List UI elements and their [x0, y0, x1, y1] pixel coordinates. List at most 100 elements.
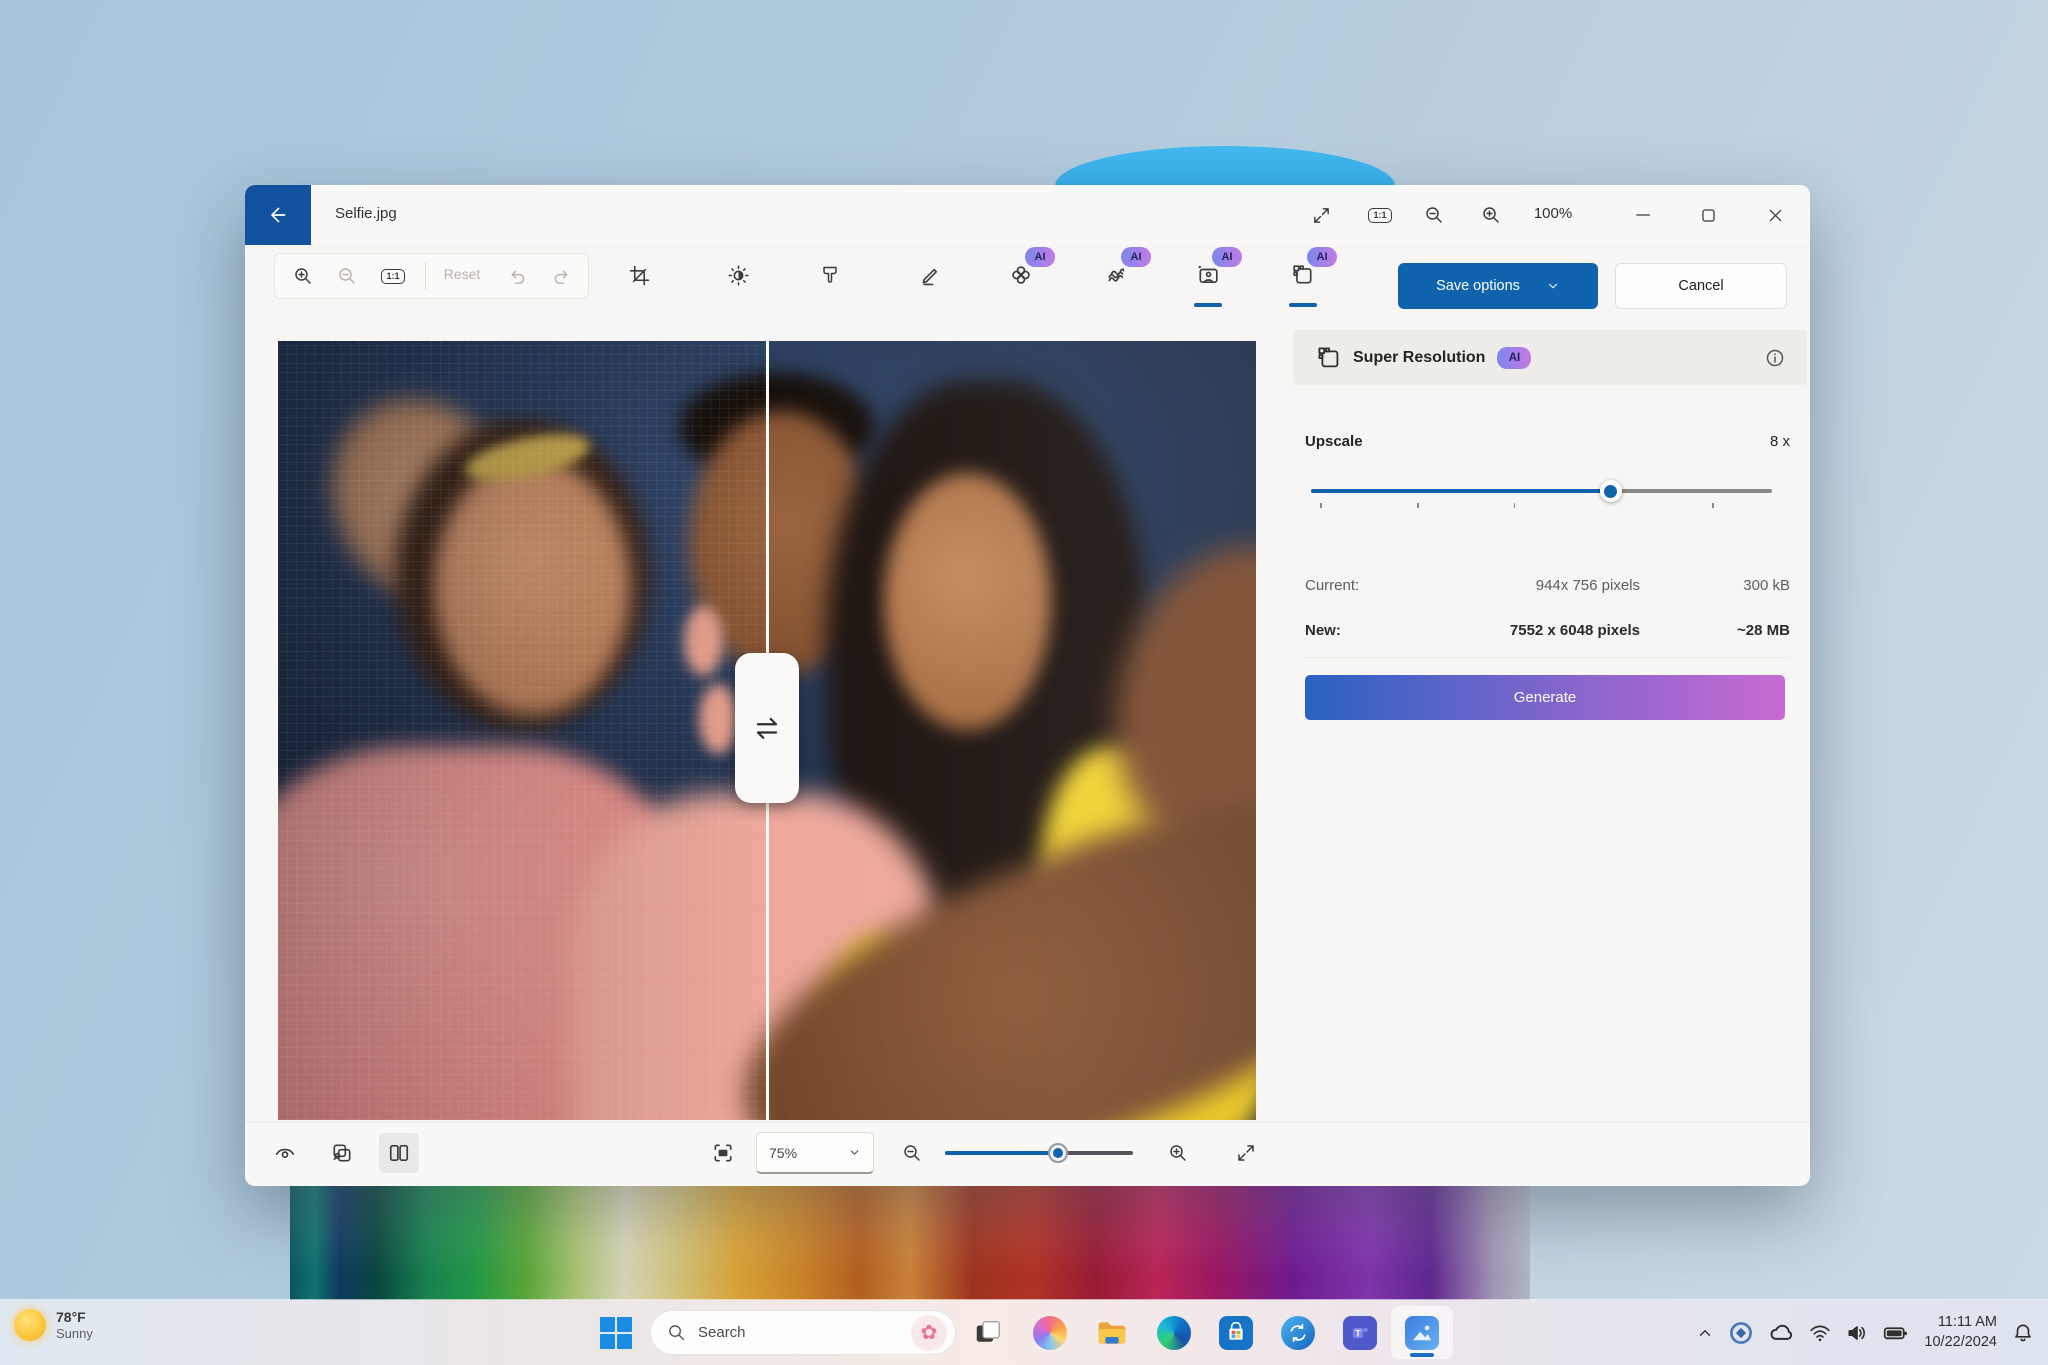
upscale-slider[interactable]	[1311, 480, 1772, 508]
close-icon	[1767, 207, 1784, 224]
canvas-zoom-slider-fill	[945, 1151, 1058, 1155]
file-explorer-button[interactable]	[1081, 1306, 1143, 1359]
eye-icon	[274, 1142, 296, 1164]
zoom-out-icon	[902, 1143, 922, 1163]
expand-canvas-button[interactable]	[1226, 1133, 1266, 1173]
zoom-in-button[interactable]	[1469, 193, 1513, 237]
crop-button[interactable]	[619, 255, 659, 295]
auto-enhance-ai-button[interactable]: AI	[1001, 247, 1055, 295]
microsoft-store-button[interactable]	[1205, 1306, 1267, 1359]
current-pixels: 944x 756 pixels	[1535, 577, 1640, 594]
zoom-percent-select[interactable]: 75%	[756, 1132, 874, 1174]
back-button[interactable]	[245, 185, 311, 245]
security-tray-icon[interactable]	[1729, 1321, 1753, 1345]
upscale-slider-thumb[interactable]	[1599, 480, 1622, 502]
canvas-zoom-in-button[interactable]	[283, 256, 323, 296]
fullscreen-icon	[1312, 206, 1331, 225]
minimize-icon	[1634, 206, 1652, 224]
maximize-button[interactable]	[1685, 193, 1731, 237]
fit-to-window-icon	[712, 1142, 734, 1164]
auto-enhance-icon	[1010, 264, 1032, 286]
minimize-button[interactable]	[1620, 193, 1666, 237]
sync-icon	[1281, 1315, 1315, 1350]
generate-button[interactable]: Generate	[1305, 675, 1785, 720]
weather-condition: Sunny	[56, 1326, 93, 1342]
teams-button[interactable]: T	[1329, 1306, 1391, 1359]
volume-icon[interactable]	[1846, 1322, 1868, 1344]
fit-to-window-button[interactable]	[703, 1133, 743, 1173]
wifi-icon[interactable]	[1809, 1322, 1831, 1344]
fullscreen-button[interactable]	[1299, 193, 1343, 237]
slider-tick	[1513, 503, 1516, 508]
task-view-button[interactable]	[957, 1306, 1019, 1359]
view-zoom-level: 100%	[1533, 205, 1573, 222]
upscale-slider-fill	[1311, 489, 1611, 493]
filter-button[interactable]	[810, 255, 850, 295]
zoom-out-button[interactable]	[1412, 193, 1456, 237]
expand-icon	[1236, 1143, 1256, 1163]
battery-icon[interactable]	[1883, 1320, 1909, 1346]
actual-size-icon: 1:1	[381, 268, 405, 284]
save-options-button[interactable]: Save options	[1398, 263, 1598, 309]
system-tray: 11:11 AM 10/22/2024	[1696, 1300, 2034, 1365]
photos-app-window: Selfie.jpg 1:1 100% 1:1 Reset AI AI AI A…	[245, 185, 1810, 1186]
search-box[interactable]: Search ✿	[650, 1310, 956, 1355]
search-icon	[667, 1323, 686, 1342]
close-button[interactable]	[1752, 193, 1798, 237]
start-button[interactable]	[600, 1317, 632, 1349]
current-filesize: 300 kB	[1743, 577, 1790, 594]
lotus-flower-icon: ✿	[911, 1314, 947, 1351]
window-title: Selfie.jpg	[335, 205, 397, 222]
active-app-indicator	[1410, 1353, 1434, 1357]
tray-chevron-up-button[interactable]	[1696, 1324, 1714, 1342]
compare-button[interactable]	[322, 1133, 362, 1173]
svg-text:T: T	[1355, 1328, 1361, 1338]
file-explorer-icon	[1096, 1317, 1128, 1349]
super-resolution-ai-button[interactable]: AI	[1283, 247, 1337, 295]
zoom-in-icon	[1168, 1143, 1188, 1163]
canvas-zoom-slider[interactable]	[945, 1143, 1133, 1163]
chevron-down-icon	[1546, 279, 1560, 293]
canvas-zoom-out-button[interactable]	[327, 256, 367, 296]
markup-button[interactable]	[910, 255, 950, 295]
background-ai-button[interactable]: AI	[1188, 247, 1242, 295]
adjustments-button[interactable]	[718, 255, 758, 295]
ai-badge: AI	[1212, 247, 1242, 267]
current-size-row: Current: 944x 756 pixels 300 kB	[1305, 577, 1790, 594]
reset-button[interactable]: Reset	[433, 266, 491, 282]
zoom-out-icon	[337, 266, 357, 286]
markup-pen-icon	[920, 265, 941, 286]
super-resolution-active-underline	[1289, 303, 1317, 307]
canvas-zoom-toolgroup: 1:1 Reset	[274, 253, 589, 299]
actual-size-icon: 1:1	[1368, 207, 1392, 223]
ai-badge: AI	[1497, 346, 1532, 369]
compare-icon	[331, 1142, 353, 1164]
before-pixelated-half	[278, 341, 767, 1120]
weather-widget[interactable]: 78°F Sunny	[14, 1308, 93, 1342]
cancel-button[interactable]: Cancel	[1615, 263, 1787, 309]
redo-icon	[552, 267, 571, 286]
actual-size-button[interactable]: 1:1	[1358, 193, 1402, 237]
canvas-zoom-out-button[interactable]	[892, 1133, 932, 1173]
sync-app-button[interactable]	[1267, 1306, 1329, 1359]
ai-badge: AI	[1121, 247, 1151, 267]
before-after-swap-handle[interactable]	[735, 652, 799, 803]
split-view-button[interactable]	[379, 1133, 419, 1173]
onedrive-cloud-icon[interactable]	[1768, 1320, 1794, 1346]
canvas-actual-size-button[interactable]: 1:1	[373, 256, 413, 296]
filter-icon	[820, 265, 840, 285]
canvas-zoom-in-button[interactable]	[1158, 1133, 1198, 1173]
notification-bell-icon[interactable]	[2012, 1322, 2034, 1344]
redo-button[interactable]	[541, 256, 581, 296]
info-icon[interactable]	[1765, 348, 1785, 368]
new-size-row: New: 7552 x 6048 pixels ~28 MB	[1305, 622, 1790, 639]
preview-original-button[interactable]	[265, 1133, 305, 1173]
generative-erase-ai-button[interactable]: AI	[1097, 247, 1151, 295]
titlebar: Selfie.jpg 1:1 100%	[245, 185, 1810, 245]
edge-button[interactable]	[1143, 1306, 1205, 1359]
undo-button[interactable]	[497, 256, 537, 296]
canvas-zoom-slider-thumb[interactable]	[1047, 1143, 1068, 1163]
clock-widget[interactable]: 11:11 AM 10/22/2024	[1924, 1313, 1997, 1352]
copilot-button[interactable]	[1019, 1306, 1081, 1359]
photos-app-button[interactable]	[1391, 1306, 1453, 1359]
